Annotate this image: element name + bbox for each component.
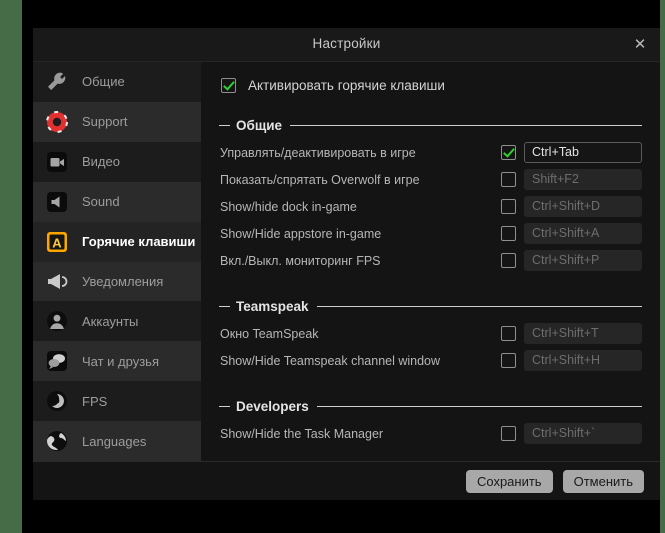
hotkey-input[interactable]: Ctrl+Shift+` — [524, 423, 642, 444]
hotkey-enable-checkbox[interactable] — [501, 253, 516, 268]
section-header-1: Общие — [219, 114, 642, 136]
desktop-strip-right — [660, 0, 665, 533]
sidebar-item-label: Уведомления — [82, 273, 164, 289]
hotkey-input[interactable]: Ctrl+Shift+A — [524, 223, 642, 244]
hotkey-row: Show/Hide Teamspeak channel window Ctrl+S… — [217, 348, 642, 373]
wrench-icon — [43, 68, 71, 96]
globe-icon — [43, 427, 71, 455]
sidebar-item-label: Общие — [82, 74, 125, 90]
hotkey-row: Show/Hide appstore in-game Ctrl+Shift+A — [217, 221, 642, 246]
megaphone-icon — [43, 267, 71, 295]
sidebar-item-label: FPS — [82, 393, 108, 409]
hotkey-enable-checkbox[interactable] — [501, 326, 516, 341]
hotkey-enable-checkbox[interactable] — [501, 353, 516, 368]
gauge-icon — [43, 387, 71, 415]
sidebar-item-label: Чат и друзья — [82, 353, 159, 369]
speaker-icon — [43, 188, 71, 216]
hotkey-row: Управлять/деактивировать в игре Ctrl+Tab — [217, 140, 642, 165]
hotkey-row: Show/hide dock in-game Ctrl+Shift+D — [217, 194, 642, 219]
letter-a-icon: A — [43, 228, 71, 256]
video-camera-icon — [43, 148, 71, 176]
settings-window: Настройки ✕ Общие Support Видео Sound A Горяч… — [33, 28, 660, 500]
hotkey-label: Show/Hide Teamspeak channel window — [220, 353, 441, 368]
lifebuoy-icon — [43, 108, 71, 136]
sidebar-item-2[interactable]: Support — [33, 101, 201, 142]
hotkey-input[interactable]: Ctrl+Shift+P — [524, 250, 642, 271]
dialog-footer: Сохранить Отменить — [33, 461, 660, 500]
hotkey-input[interactable]: Ctrl+Shift+T — [524, 323, 642, 344]
section-dash-icon — [219, 305, 230, 307]
hotkey-label: Show/Hide the Task Manager — [220, 426, 384, 441]
sidebar-item-label: Sound — [82, 194, 120, 210]
section-header-3: Developers — [219, 395, 642, 417]
svg-text:A: A — [52, 235, 62, 250]
sidebar-item-9[interactable]: FPS — [33, 381, 201, 422]
sidebar-item-10[interactable]: Languages — [33, 421, 201, 462]
chat-bubbles-icon — [43, 347, 71, 375]
hotkey-enable-checkbox[interactable] — [501, 226, 516, 241]
enable-hotkeys-checkbox[interactable] — [221, 77, 236, 93]
title-bar: Настройки ✕ — [33, 28, 660, 62]
hotkey-enable-checkbox[interactable] — [501, 145, 516, 160]
hotkey-input[interactable]: Ctrl+Tab — [524, 142, 642, 163]
sidebar-item-label: Support — [82, 114, 128, 130]
sidebar-item-6[interactable]: Уведомления — [33, 261, 201, 302]
section-header-2: Teamspeak — [219, 295, 642, 317]
section-title: Teamspeak — [236, 298, 309, 314]
settings-content: Активировать горячие клавиши Общие Управля… — [201, 62, 660, 461]
save-button[interactable]: Сохранить — [465, 469, 553, 493]
section-dash-icon — [219, 405, 230, 407]
hotkey-row: Окно TeamSpeak Ctrl+Shift+T — [217, 321, 642, 346]
hotkey-enable-checkbox[interactable] — [501, 172, 516, 187]
enable-hotkeys-label: Активировать горячие клавиши — [248, 77, 445, 93]
window-body: Общие Support Видео Sound A Горячие клавиши Ув… — [33, 62, 660, 462]
sidebar-item-3[interactable]: Видео — [33, 141, 201, 182]
hotkey-input[interactable]: Shift+F2 — [524, 169, 642, 190]
sidebar-item-8[interactable]: Чат и друзья — [33, 341, 201, 382]
hotkey-row: Show/Hide the Task Manager Ctrl+Shift+` — [217, 421, 642, 446]
hotkey-label: Показать/спрятать Overwolf в игре — [220, 172, 420, 187]
sidebar-item-5[interactable]: A Горячие клавиши — [33, 221, 201, 262]
section-rule — [316, 405, 642, 407]
hotkey-label: Show/hide dock in-game — [220, 199, 357, 214]
section-title: Developers — [236, 398, 309, 414]
hotkey-row: Вкл./Выкл. мониторинг FPS Ctrl+Shift+P — [217, 248, 642, 273]
section-rule — [316, 305, 642, 307]
hotkey-input[interactable]: Ctrl+Shift+D — [524, 196, 642, 217]
hotkey-enable-checkbox[interactable] — [501, 426, 516, 441]
sidebar-item-label: Видео — [82, 154, 120, 170]
hotkey-label: Управлять/деактивировать в игре — [220, 145, 416, 160]
hotkey-label: Вкл./Выкл. мониторинг FPS — [220, 253, 381, 268]
hotkey-label: Окно TeamSpeak — [220, 326, 319, 341]
sidebar-item-7[interactable]: Аккаунты — [33, 301, 201, 342]
cancel-button[interactable]: Отменить — [562, 469, 644, 493]
close-icon[interactable]: ✕ — [628, 33, 652, 57]
sidebar-item-1[interactable]: Общие — [33, 62, 201, 102]
section-title: Общие — [236, 117, 283, 133]
hotkey-row: Показать/спрятать Overwolf в игре Shift+F… — [217, 167, 642, 192]
sidebar-item-4[interactable]: Sound — [33, 181, 201, 222]
sidebar-item-label: Горячие клавиши — [82, 234, 196, 250]
desktop-strip-left — [0, 0, 22, 533]
section-rule — [290, 124, 642, 126]
window-title: Настройки — [312, 36, 381, 51]
sidebar-nav: Общие Support Видео Sound A Горячие клавиши Ув… — [33, 62, 201, 462]
section-dash-icon — [219, 124, 230, 126]
sidebar-item-label: Languages — [82, 433, 147, 449]
hotkey-enable-checkbox[interactable] — [501, 199, 516, 214]
user-icon — [43, 307, 71, 335]
hotkey-input[interactable]: Ctrl+Shift+H — [524, 350, 642, 371]
sidebar-item-label: Аккаунты — [82, 313, 139, 329]
enable-hotkeys-row: Активировать горячие клавиши — [217, 62, 642, 108]
hotkey-label: Show/Hide appstore in-game — [220, 226, 382, 241]
